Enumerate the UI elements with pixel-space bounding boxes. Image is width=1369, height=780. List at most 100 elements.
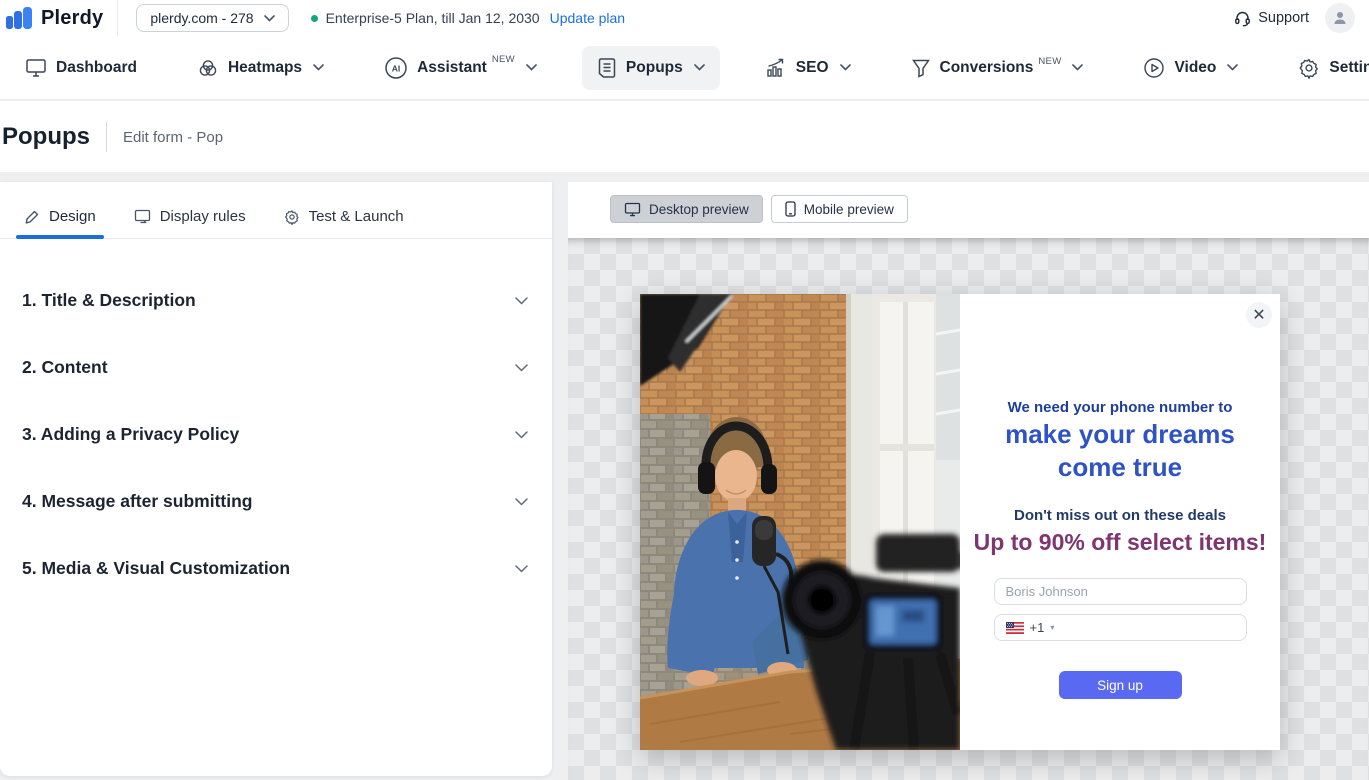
- section-content[interactable]: 2. Content: [0, 334, 552, 401]
- support-label: Support: [1258, 10, 1309, 26]
- top-bar: Plerdy plerdy.com - 278 Enterprise-5 Pla…: [0, 0, 1369, 36]
- nav-item-seo[interactable]: SEO: [750, 47, 866, 89]
- heatmap-icon: [197, 58, 219, 78]
- section-message-after-submitting[interactable]: 4. Message after submitting: [0, 468, 552, 535]
- plan-status-dot: [311, 15, 318, 22]
- chevron-down-icon: [515, 565, 528, 573]
- monitor-icon: [624, 202, 641, 217]
- gear-icon: [284, 209, 300, 225]
- nav-label: Popups: [626, 59, 683, 77]
- tab-test-launch[interactable]: Test & Launch: [282, 200, 406, 238]
- section-title: 2. Content: [22, 357, 108, 378]
- nav-item-popups[interactable]: Popups: [582, 46, 720, 90]
- nav-label: Dashboard: [56, 59, 137, 77]
- ai-circle-icon: AI: [384, 56, 408, 80]
- close-icon[interactable]: ✕: [1246, 302, 1272, 328]
- update-plan-link[interactable]: Update plan: [550, 10, 626, 26]
- plerdy-logo-icon: [6, 7, 34, 29]
- chevron-down-icon: [840, 64, 851, 71]
- tab-design[interactable]: Design: [22, 200, 98, 238]
- nav-label: Assistant: [417, 59, 487, 77]
- play-circle-icon: [1143, 57, 1165, 79]
- monitor-icon: [134, 209, 151, 224]
- nav-item-heatmaps[interactable]: Heatmaps: [182, 47, 339, 89]
- topbar-right: Support: [1234, 3, 1369, 33]
- nav-item-conversions[interactable]: Conversions NEW: [896, 47, 1099, 89]
- headline-emphasis: make your dreams come true: [1005, 419, 1235, 482]
- tab-display-rules[interactable]: Display rules: [132, 200, 248, 238]
- chevron-down-icon: [515, 431, 528, 439]
- plan-info: Enterprise-5 Plan, till Jan 12, 2030: [311, 10, 540, 26]
- tab-label: Test & Launch: [309, 208, 404, 225]
- chevron-down-icon: [526, 64, 537, 71]
- popup-headline: We need your phone number to make your d…: [986, 398, 1254, 483]
- chevron-down-icon: [1072, 64, 1083, 71]
- chevron-down-icon: [313, 64, 324, 71]
- domain-selector-value: plerdy.com - 278: [150, 10, 253, 26]
- main-nav: Dashboard Heatmaps AI Assistant NEW: [0, 36, 1369, 100]
- preview-toolbar: Desktop preview Mobile preview: [568, 182, 1369, 223]
- section-title: 3. Adding a Privacy Policy: [22, 424, 239, 445]
- accordion-sections: 1. Title & Description 2. Content 3. Add…: [0, 239, 552, 602]
- section-privacy-policy[interactable]: 3. Adding a Privacy Policy: [0, 401, 552, 468]
- headset-icon: [1234, 10, 1251, 27]
- plerdy-app: Plerdy plerdy.com - 278 Enterprise-5 Pla…: [0, 0, 1369, 780]
- headline-prefix: We need your phone number to: [1008, 399, 1233, 416]
- mobile-preview-label: Mobile preview: [804, 202, 894, 217]
- tab-label: Display rules: [160, 208, 246, 225]
- page-subtitle: Edit form - Pop: [123, 129, 223, 146]
- plan-text: Enterprise-5 Plan, till Jan 12, 2030: [326, 10, 540, 26]
- preview-canvas: ✕ We need your phone number to make your…: [568, 238, 1369, 780]
- plerdy-logo[interactable]: Plerdy: [0, 0, 117, 36]
- editor-card: Design Display rules Test & Launch: [0, 182, 552, 776]
- nav-item-assistant[interactable]: AI Assistant NEW: [369, 45, 552, 91]
- domain-selector[interactable]: plerdy.com - 278: [136, 4, 288, 32]
- preview-panel: Desktop preview Mobile preview: [568, 182, 1369, 780]
- nav-label: Conversions: [940, 59, 1034, 77]
- section-media-visual-customization[interactable]: 5. Media & Visual Customization: [0, 535, 552, 602]
- nav-item-dashboard[interactable]: Dashboard: [10, 47, 152, 89]
- chart-growth-icon: [765, 58, 787, 78]
- section-title: 4. Message after submitting: [22, 491, 252, 512]
- popup-photo: [640, 294, 960, 750]
- avatar[interactable]: [1325, 3, 1355, 33]
- popup-preview: ✕ We need your phone number to make your…: [640, 294, 1280, 750]
- header-separator: [106, 122, 107, 152]
- popup-fields: +1 ▾ Sign up: [994, 578, 1247, 699]
- nav-label: Heatmaps: [228, 59, 302, 77]
- support-button[interactable]: Support: [1234, 10, 1309, 27]
- chevron-down-icon: [694, 64, 705, 71]
- nav-label: Settings: [1329, 59, 1369, 77]
- nav-item-settings[interactable]: Settings: [1283, 46, 1369, 90]
- popup-subheadline: Don't miss out on these deals: [960, 507, 1280, 524]
- popup-form: ✕ We need your phone number to make your…: [960, 294, 1280, 750]
- breadcrumb: Popups Edit form - Pop: [2, 122, 223, 152]
- tab-label: Design: [49, 208, 96, 225]
- new-badge: NEW: [1038, 56, 1061, 67]
- page-title: Popups: [2, 123, 90, 151]
- section-title: 5. Media & Visual Customization: [22, 558, 290, 579]
- caret-down-icon: ▾: [1050, 623, 1054, 632]
- monitor-icon: [25, 58, 47, 78]
- popup-offer-text: Up to 90% off select items!: [960, 529, 1280, 556]
- new-badge: NEW: [492, 54, 515, 65]
- desktop-preview-button[interactable]: Desktop preview: [610, 195, 763, 223]
- logo-text: Plerdy: [41, 7, 103, 30]
- chevron-down-icon: [515, 364, 528, 372]
- section-title-description[interactable]: 1. Title & Description: [0, 267, 552, 334]
- chevron-down-icon: [264, 15, 275, 22]
- smartphone-icon: [785, 201, 796, 217]
- svg-text:AI: AI: [392, 63, 401, 73]
- nav-item-video[interactable]: Video: [1128, 46, 1253, 90]
- chevron-down-icon: [515, 498, 528, 506]
- pencil-icon: [24, 209, 40, 225]
- name-input[interactable]: [994, 578, 1247, 605]
- topbar-divider: [117, 0, 118, 36]
- chevron-down-icon: [515, 297, 528, 305]
- mobile-preview-button[interactable]: Mobile preview: [771, 195, 908, 223]
- document-icon: [597, 57, 617, 79]
- phone-input[interactable]: +1 ▾: [994, 614, 1247, 641]
- gear-icon: [1298, 57, 1320, 79]
- sign-up-button[interactable]: Sign up: [1059, 671, 1182, 699]
- phone-country-code: +1: [1030, 620, 1045, 635]
